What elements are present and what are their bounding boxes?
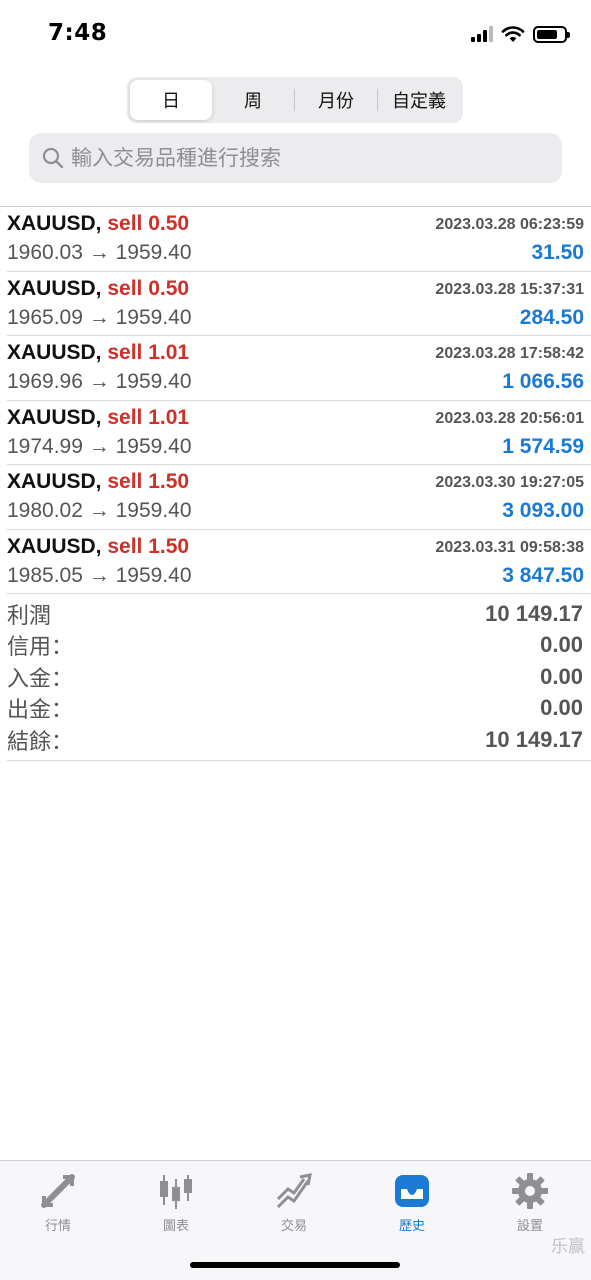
trade-time: 2023.03.28 20:56:01 <box>435 409 584 427</box>
tab-settings[interactable]: 設置 <box>485 1171 575 1234</box>
trade-side: sell 1.50 <box>107 470 190 493</box>
trade-profit: 284.50 <box>519 305 584 329</box>
trade-row[interactable]: XAUUSD, sell 1.50 1985.05 → 1959.40 2023… <box>7 530 591 594</box>
segment-week[interactable]: 周 <box>212 80 294 120</box>
trade-side: sell 1.01 <box>107 405 190 429</box>
arrow-icon: → <box>88 241 110 264</box>
trade-side: sell 1.01 <box>107 341 190 364</box>
trade-row[interactable]: XAUUSD, sell 0.50 1965.09 → 1959.40 2023… <box>7 272 591 336</box>
summary-value: 0.00 <box>540 632 583 658</box>
summary-row-profit: 利潤 10 149.17 <box>7 598 591 630</box>
status-icons <box>471 25 570 43</box>
trade-time: 2023.03.30 19:27:05 <box>435 474 584 491</box>
account-summary: 利潤 10 149.17 信用： 0.00 入金： 0.00 出金： 0.00 … <box>7 598 591 761</box>
trade-side: sell 1.50 <box>107 534 190 558</box>
trade-row[interactable]: XAUUSD, sell 1.01 1969.96 → 1959.40 2023… <box>7 336 591 401</box>
trade-side: sell 0.50 <box>107 212 190 235</box>
trade-close-price: 1959.40 <box>115 305 192 329</box>
trade-close-price: 1959.40 <box>115 499 192 522</box>
summary-row-withdrawal: 出金： 0.00 <box>7 693 591 725</box>
trade-symbol: XAUUSD, <box>7 534 102 558</box>
summary-row-deposit: 入金： 0.00 <box>7 661 591 693</box>
summary-row-credit: 信用： 0.00 <box>7 630 591 662</box>
summary-value: 0.00 <box>540 695 583 721</box>
trade-side: sell 0.50 <box>107 276 190 300</box>
tab-label: 行情 <box>44 1219 71 1234</box>
tab-label: 圖表 <box>162 1219 189 1234</box>
trade-open-price: 1965.09 <box>7 305 83 329</box>
trade-row[interactable]: XAUUSD, sell 0.50 1960.03 → 1959.40 2023… <box>7 207 591 272</box>
trade-symbol: XAUUSD, <box>7 276 102 300</box>
trade-time: 2023.03.28 17:58:42 <box>435 345 584 362</box>
tab-chart[interactable]: 圖表 <box>131 1171 221 1234</box>
trade-close-price: 1959.40 <box>115 370 192 393</box>
segment-day[interactable]: 日 <box>130 80 212 120</box>
trade-close-price: 1959.40 <box>115 434 192 458</box>
arrow-icon: → <box>88 434 110 458</box>
summary-label: 信用： <box>7 635 74 661</box>
period-segmented-control: 日 周 月份 自定義 <box>127 77 463 123</box>
chart-icon <box>160 1175 192 1209</box>
trade-symbol: XAUUSD, <box>7 341 102 364</box>
trade-icon <box>276 1173 312 1209</box>
history-list: XAUUSD, sell 0.50 1960.03 → 1959.40 2023… <box>0 206 591 594</box>
tab-history[interactable]: 歷史 <box>367 1171 457 1234</box>
cellular-signal-icon <box>471 26 493 42</box>
segment-custom[interactable]: 自定義 <box>378 80 460 120</box>
trade-open-price: 1960.03 <box>7 241 83 264</box>
summary-label: 入金： <box>7 666 74 692</box>
arrow-icon: → <box>88 563 110 587</box>
summary-row-balance: 結餘： 10 149.17 <box>7 724 591 756</box>
settings-icon <box>512 1173 548 1209</box>
trade-profit: 3 093.00 <box>502 499 584 522</box>
trade-open-price: 1969.96 <box>7 370 83 393</box>
trade-symbol: XAUUSD, <box>7 405 102 429</box>
tab-trade[interactable]: 交易 <box>249 1171 339 1234</box>
tab-label: 設置 <box>516 1219 543 1234</box>
summary-label: 結餘： <box>7 729 74 755</box>
search-bar[interactable] <box>29 133 562 183</box>
trade-row[interactable]: XAUUSD, sell 1.50 1980.02 → 1959.40 2023… <box>7 465 591 530</box>
summary-value: 0.00 <box>540 663 583 689</box>
trade-symbol: XAUUSD, <box>7 212 102 235</box>
summary-label: 利潤 <box>7 603 52 629</box>
search-icon <box>42 147 64 169</box>
summary-label: 出金： <box>7 698 74 724</box>
trade-open-price: 1974.99 <box>7 434 83 458</box>
watermark: 乐赢 <box>551 1237 585 1257</box>
quotes-icon <box>41 1174 75 1208</box>
trade-open-price: 1980.02 <box>7 499 83 522</box>
trade-close-price: 1959.40 <box>115 563 192 587</box>
trade-profit: 1 066.56 <box>502 370 584 393</box>
trade-close-price: 1959.40 <box>115 241 192 264</box>
summary-value: 10 149.17 <box>485 726 583 752</box>
arrow-icon: → <box>88 305 110 329</box>
home-indicator <box>190 1262 400 1268</box>
arrow-icon: → <box>88 370 110 393</box>
tab-quotes[interactable]: 行情 <box>13 1171 103 1234</box>
status-time: 7:48 <box>48 20 108 46</box>
trade-profit: 3 847.50 <box>502 563 584 587</box>
trade-open-price: 1985.05 <box>7 563 83 587</box>
tab-label: 交易 <box>280 1219 307 1234</box>
trade-time: 2023.03.31 09:58:38 <box>435 538 584 556</box>
history-icon <box>395 1175 429 1207</box>
segment-month[interactable]: 月份 <box>295 80 377 120</box>
trade-time: 2023.03.28 15:37:31 <box>435 280 584 298</box>
trade-symbol: XAUUSD, <box>7 470 102 493</box>
tab-label: 歷史 <box>398 1219 425 1234</box>
trade-profit: 31.50 <box>531 241 584 264</box>
battery-icon <box>533 25 570 43</box>
arrow-icon: → <box>88 499 110 522</box>
search-input[interactable] <box>71 146 541 170</box>
summary-value: 10 149.17 <box>485 600 583 626</box>
status-bar: 7:48 <box>0 0 591 64</box>
trade-row[interactable]: XAUUSD, sell 1.01 1974.99 → 1959.40 2023… <box>7 401 591 465</box>
trade-profit: 1 574.59 <box>502 434 584 458</box>
wifi-icon <box>501 26 525 42</box>
trade-time: 2023.03.28 06:23:59 <box>435 216 584 233</box>
